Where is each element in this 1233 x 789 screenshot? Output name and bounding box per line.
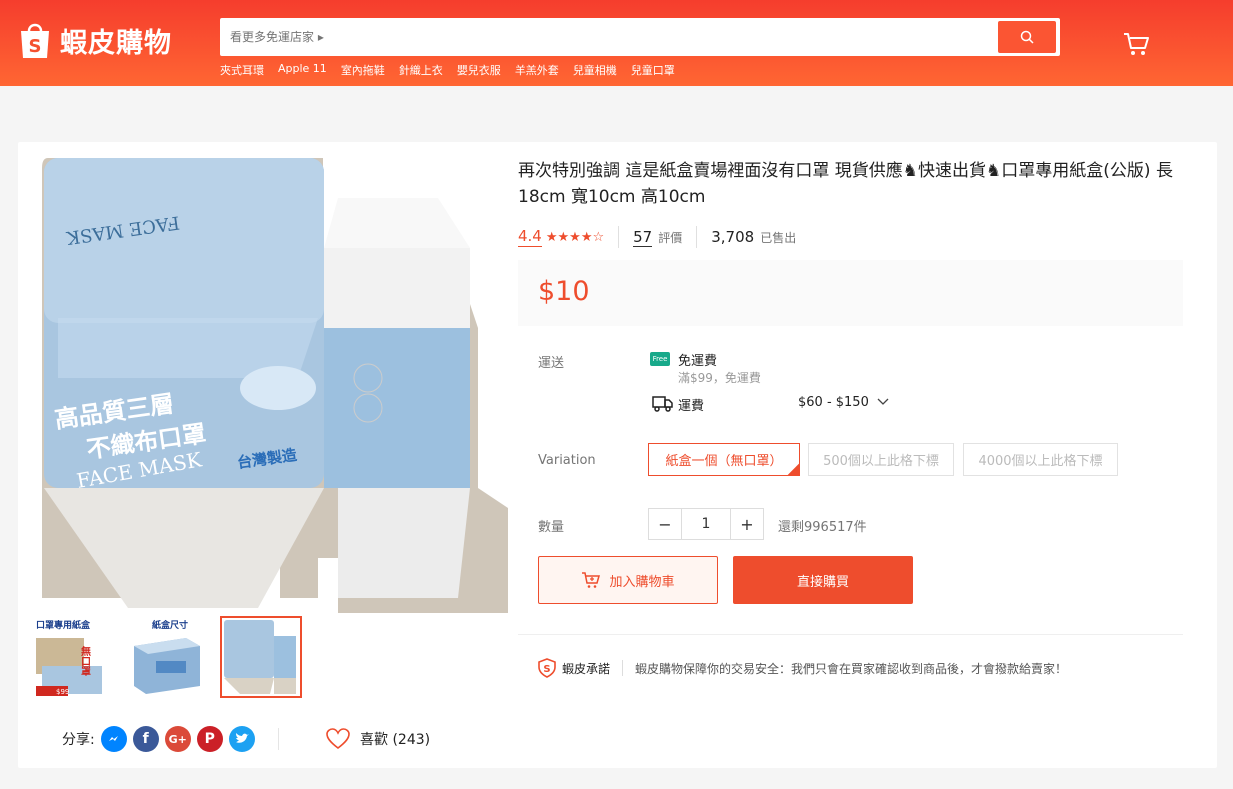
hot-word[interactable]: 夾式耳環 [220,62,264,78]
free-shipping-text: 免運費 [678,354,718,369]
review-count[interactable]: 57 [633,228,653,247]
divider [518,634,1183,635]
messenger-icon[interactable] [100,726,127,752]
like-count: 喜歡 (243) [360,732,431,748]
buy-now-button[interactable]: 直接購買 [733,556,913,604]
hot-search-words: 夾式耳環 Apple 11 室內拖鞋 針織上衣 嬰兒衣服 羊羔外套 兒童相機 兒… [220,62,675,78]
shipping-fee-dropdown[interactable]: $60 - $150 [798,395,889,410]
hot-word[interactable]: 兒童口罩 [631,62,675,78]
truck-icon [652,396,673,412]
product-main-image[interactable]: 高品質三層 不織布口罩 FACE MASK 台灣製造 FACE MASK [38,158,508,618]
hot-word[interactable]: 羊羔外套 [515,62,559,78]
shopee-logo[interactable]: S 蝦皮購物 [18,18,172,62]
selected-tick-icon [787,463,799,475]
product-card: 高品質三層 不織布口罩 FACE MASK 台灣製造 FACE MASK 口罩專… [18,142,1217,768]
shipping-fee-range: $60 - $150 [798,395,869,410]
add-cart-icon [582,572,601,588]
search-button[interactable] [998,21,1056,53]
twitter-icon[interactable] [228,726,255,752]
stock-count: 還剩996517件 [778,520,867,535]
divider [278,728,279,750]
guarantee-label: 蝦皮承諾 [562,661,611,676]
svg-text:S: S [543,664,550,675]
thumbnail-text: 無口罩 [79,645,91,677]
rating-stars: ★★★★☆ [545,229,605,245]
hot-word[interactable]: 室內拖鞋 [341,62,385,78]
product-thumbnail-selected[interactable] [220,616,302,698]
increase-button[interactable]: + [731,509,763,539]
hot-word[interactable]: 嬰兒衣服 [457,62,501,78]
free-shipping-icon: Free [650,352,670,366]
share-label: 分享: [62,732,95,748]
search-icon [1020,30,1034,44]
brand-name: 蝦皮購物 [60,27,172,59]
thumbnail-text: 口罩專用紙盒 [36,619,91,631]
add-to-cart-button[interactable]: 加入購物車 [538,556,718,604]
like-button[interactable]: 喜歡 (243) [326,728,430,750]
buy-now-label: 直接購買 [796,574,849,590]
facebook-icon[interactable]: f [132,726,159,752]
quantity-label: 數量 [538,520,565,535]
product-thumbnail[interactable]: 紙盒尺寸 [126,616,208,698]
thumbnail-text: 紙盒尺寸 [152,619,188,631]
heart-icon [326,728,350,750]
variation-option-label: 500個以上此格下標 [823,454,939,469]
chevron-down-icon [877,398,889,405]
pinterest-icon[interactable]: P [196,726,223,752]
svg-text:S: S [29,36,42,57]
divider [696,226,698,248]
variation-option-label: 4000個以上此格下標 [978,454,1103,469]
shield-icon: S [538,658,556,678]
thumbnail-strip: 口罩專用紙盒 無口罩 $99 紙盒尺寸 [32,616,302,698]
google-plus-icon[interactable]: G+ [164,726,191,752]
quantity-input[interactable]: 1 [681,509,731,539]
search-bar [220,18,1060,56]
search-input[interactable] [230,18,990,56]
divider [622,660,624,676]
quantity-stepper: − 1 + [648,508,764,540]
shipping-fee-label: 運費 [678,399,705,414]
variation-option[interactable]: 500個以上此格下標 [808,443,954,476]
shipping-label: 運送 [538,356,565,371]
hot-word[interactable]: Apple 11 [278,62,327,78]
thumbnail-price: $99 [56,688,69,696]
variation-option[interactable]: 4000個以上此格下標 [963,443,1118,476]
sold-label: 已售出 [760,230,797,245]
add-to-cart-label: 加入購物車 [609,574,675,590]
share-row: 分享: f G+ P [62,726,255,752]
product-thumbnail[interactable]: 口罩專用紙盒 無口罩 $99 [32,616,114,698]
decrease-button[interactable]: − [649,509,681,539]
variation-option-selected[interactable]: 紙盒一個（無口罩） [648,443,800,476]
review-label: 評價 [658,230,683,245]
rating-value[interactable]: 4.4 [518,227,542,247]
hot-word[interactable]: 兒童相機 [573,62,617,78]
hot-word[interactable]: 針織上衣 [399,62,443,78]
guarantee-text: 蝦皮購物保障你的交易安全：我們只會在買家確認收到商品後，才會撥款給賣家！ [635,661,1068,676]
cart-icon[interactable] [1122,30,1150,58]
rating-row: 4.4 ★★★★☆ 57 評價 3,708 已售出 [518,226,796,248]
divider [618,226,620,248]
variation-label: Variation [538,453,596,468]
variation-option-label: 紙盒一個（無口罩） [665,454,783,469]
price-box: $10 [518,260,1183,326]
product-price: $10 [538,276,590,307]
header: S 蝦皮購物 夾式耳環 Apple 11 室內拖鞋 針織上衣 嬰兒衣服 羊羔外套… [0,0,1233,86]
shopping-bag-icon: S [18,20,52,60]
product-title: 再次特別強調 這是紙盒賣場裡面沒有口罩 現貨供應♞快速出貨♞口罩專用紙盒(公版)… [518,161,1173,207]
sold-count: 3,708 [711,228,755,246]
free-shipping-condition: 滿$99，免運費 [678,371,761,385]
shopee-guarantee: S 蝦皮承諾 蝦皮購物保障你的交易安全：我們只會在買家確認收到商品後，才會撥款給… [538,658,1067,678]
